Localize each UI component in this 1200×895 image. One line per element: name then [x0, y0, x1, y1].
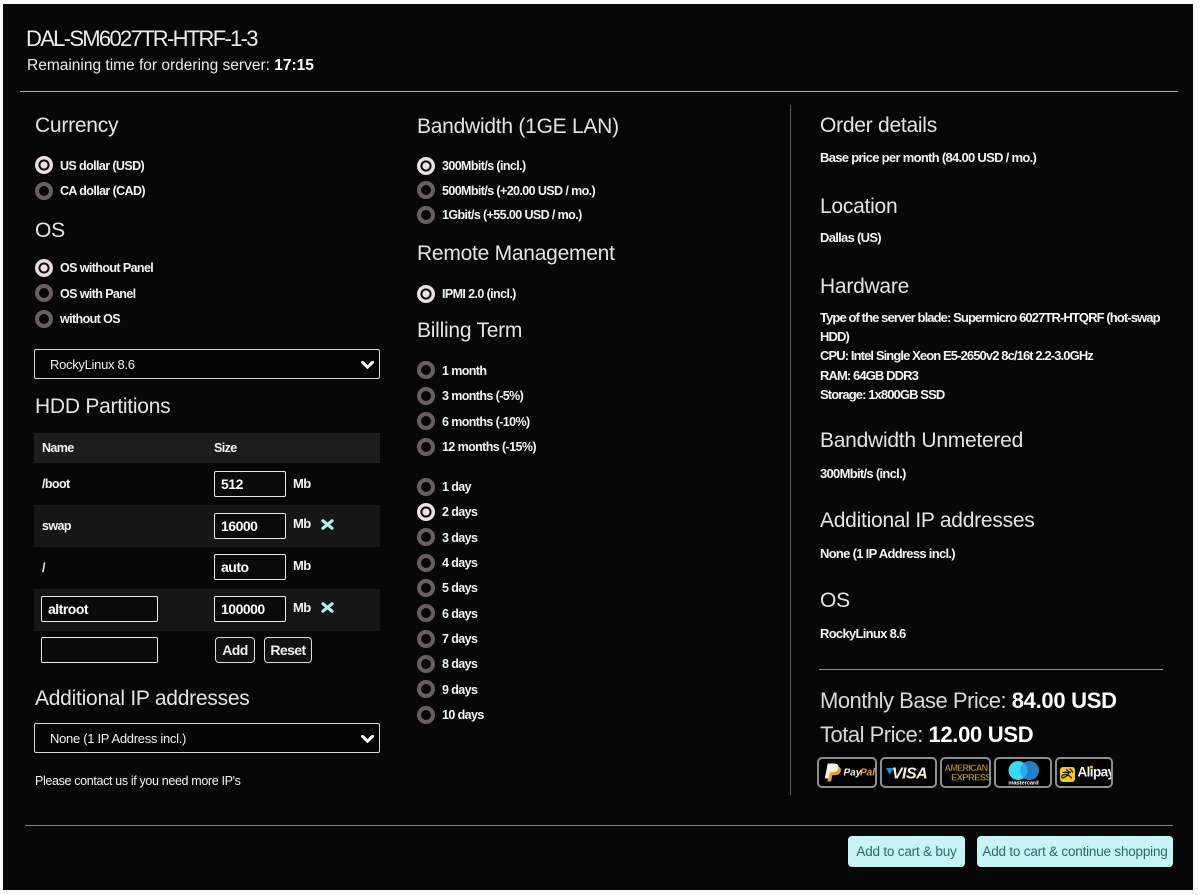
- svg-text:EXPRESS: EXPRESS: [951, 773, 989, 784]
- svg-text:VISA: VISA: [892, 766, 927, 783]
- svg-text:Pal: Pal: [860, 768, 875, 779]
- svg-text:AMERICAN: AMERICAN: [945, 763, 988, 773]
- svg-text:mastercard: mastercard: [1008, 781, 1039, 787]
- svg-text:Alipay: Alipay: [1078, 765, 1112, 780]
- svg-text:Pay: Pay: [844, 768, 862, 779]
